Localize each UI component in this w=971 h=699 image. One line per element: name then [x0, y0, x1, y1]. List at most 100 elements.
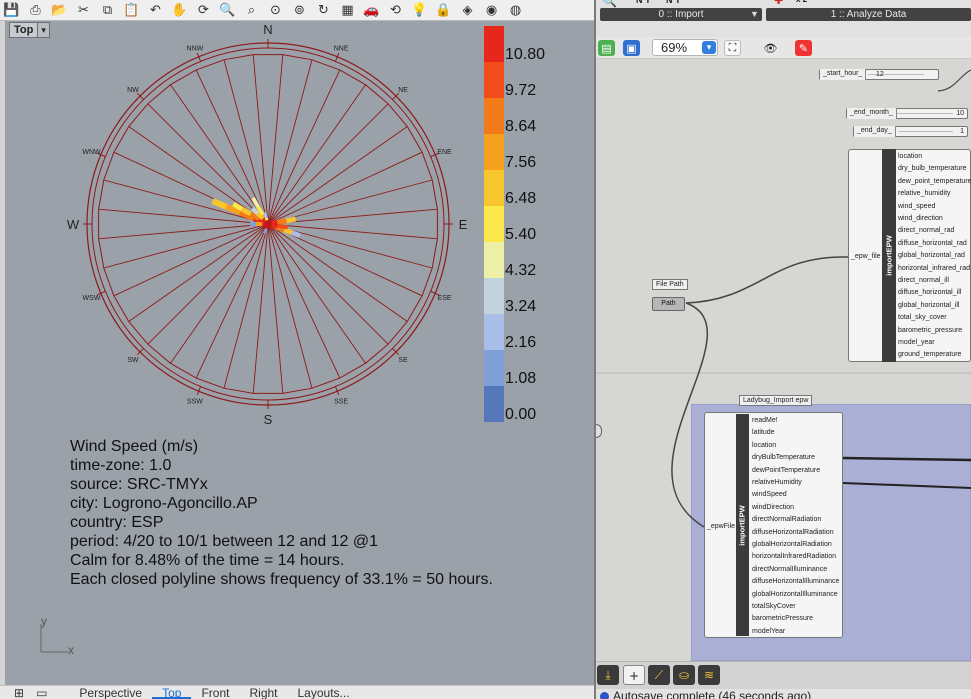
output-param[interactable]: location — [752, 442, 776, 449]
output-param[interactable]: horizontalInfraredRadiation — [752, 553, 836, 560]
output-param[interactable]: dry_bulb_temperature — [898, 165, 967, 172]
output-param[interactable]: readMe! — [752, 417, 778, 424]
chevron-down-icon[interactable]: ▾ — [702, 41, 716, 54]
save-icon[interactable]: 💾 — [2, 2, 21, 19]
output-param[interactable]: model_year — [898, 339, 935, 346]
layers-icon[interactable]: ◈ — [458, 2, 477, 19]
gh-header-icon-5[interactable]: x 2 — [796, 0, 807, 4]
gh-header-icon-3[interactable]: N Y — [666, 0, 681, 5]
slider-endmonth[interactable]: _end_month_ 10 — [846, 108, 968, 119]
output-param[interactable]: dewPointTemperature — [752, 467, 820, 474]
grid-icon[interactable]: ⊞ — [0, 686, 30, 699]
slider-label: _start_hour_ — [820, 69, 867, 80]
rotate-icon[interactable]: ⟳ — [194, 2, 213, 19]
output-param[interactable]: directNormalIlluminance — [752, 566, 827, 573]
slider-starthour[interactable]: _start_hour_ 12 — [819, 69, 939, 80]
gh-header-icon-1[interactable]: 🔍 — [602, 0, 617, 8]
tab-right[interactable]: Right — [239, 686, 287, 699]
viewport-label[interactable]: Top ▾ — [9, 22, 50, 38]
output-param[interactable]: windSpeed — [752, 491, 787, 498]
output-param[interactable]: relativeHumidity — [752, 479, 802, 486]
zoom-extents-icon[interactable]: ⛶ — [724, 40, 741, 56]
output-param[interactable]: diffuse_horizontal_ill — [898, 289, 961, 296]
chevron-down-icon[interactable]: ▼ — [750, 8, 759, 21]
print-icon[interactable]: ⎙ — [26, 2, 45, 19]
output-param[interactable]: diffuse_horizontal_rad — [898, 240, 967, 247]
preview-icon[interactable]: ⛀ — [673, 665, 695, 685]
import-epw-input[interactable]: _epw_file — [851, 253, 881, 260]
cut-icon[interactable]: ✂ — [74, 2, 93, 19]
sketch-icon[interactable]: ✎ — [795, 40, 812, 56]
color-wheel-icon[interactable]: ◉ — [482, 2, 501, 19]
output-param[interactable]: total_sky_cover — [898, 314, 947, 321]
undo-icon[interactable]: ↶ — [146, 2, 165, 19]
output-param[interactable]: horizontal_infrared_rad — [898, 265, 970, 272]
gh-header-icon-2[interactable]: N Y — [636, 0, 651, 5]
heat-icon[interactable]: ≋ — [698, 665, 720, 685]
output-param[interactable]: latitude — [752, 429, 775, 436]
lightbulb-icon[interactable]: 💡 — [410, 2, 429, 19]
output-param[interactable]: barometric_pressure — [898, 327, 962, 334]
slider-track[interactable] — [898, 131, 953, 132]
output-param[interactable]: direct_normal_rad — [898, 227, 954, 234]
output-param[interactable]: windDirection — [752, 504, 794, 511]
output-param[interactable]: diffuseHorizontalRadiation — [752, 529, 834, 536]
output-param[interactable]: wind_direction — [898, 215, 943, 222]
output-param[interactable]: globalHorizontalIlluminance — [752, 591, 838, 598]
bake-icon[interactable]: ⤓ — [597, 665, 619, 685]
rotate-view-icon[interactable]: ↻ — [314, 2, 333, 19]
wire-icon[interactable]: ⟋ — [648, 665, 670, 685]
rose-radial-line — [267, 223, 341, 379]
info-line: Calm for 8.48% of the time = 14 hours. — [70, 552, 345, 569]
rose-radial-line — [267, 103, 389, 225]
zoom-icon[interactable]: 🔍 — [218, 2, 237, 19]
car-icon[interactable]: 🚗 — [362, 2, 381, 19]
chevron-down-icon[interactable]: ▾ — [37, 23, 49, 37]
lock-icon[interactable]: 🔒 — [434, 2, 453, 19]
material-icon[interactable]: ◍ — [506, 2, 525, 19]
zoom-extents-icon[interactable]: ⊙ — [266, 2, 285, 19]
window-icon[interactable]: ▭ — [30, 686, 69, 699]
output-param[interactable]: diffuseHorizontalIlluminance — [752, 578, 839, 585]
output-param[interactable]: location — [898, 153, 922, 160]
output-param[interactable]: wind_speed — [898, 203, 935, 210]
grid-icon[interactable]: ▦ — [338, 2, 357, 19]
circle-arrow-icon[interactable]: ⟲ — [386, 2, 405, 19]
slider-track[interactable] — [897, 113, 953, 114]
output-param[interactable]: totalSkyCover — [752, 603, 796, 610]
zoom-selector[interactable]: 69% ▾ — [652, 39, 718, 56]
zoom-window-icon[interactable]: ⌕ — [242, 2, 261, 19]
output-param[interactable]: dew_point_temperature — [898, 178, 971, 185]
path-component[interactable]: Path — [652, 297, 685, 311]
ladybug-import-epw-input[interactable]: _epwFile — [707, 523, 735, 530]
zoom-selected-icon[interactable]: ⊚ — [290, 2, 309, 19]
output-param[interactable]: global_horizontal_ill — [898, 302, 960, 309]
pan-icon[interactable]: ✋ — [170, 2, 189, 19]
add-icon[interactable]: + — [623, 665, 645, 685]
open-icon[interactable]: 📂 — [50, 2, 69, 19]
viewport-left-edge — [0, 21, 5, 685]
tab-import[interactable]: 0 :: Import — [600, 8, 762, 21]
open-file-icon[interactable]: ▤ — [598, 40, 615, 56]
output-param[interactable]: modelYear — [752, 628, 785, 635]
tab-perspective[interactable]: Perspective — [69, 686, 152, 699]
gh-header-icon-4[interactable]: ✚ — [774, 0, 783, 7]
output-param[interactable]: directNormalRadiation — [752, 516, 821, 523]
output-param[interactable]: barometricPressure — [752, 615, 813, 622]
paste-icon[interactable]: 📋 — [122, 2, 141, 19]
output-param[interactable]: global_horizontal_rad — [898, 252, 965, 259]
tab-top[interactable]: Top — [152, 686, 192, 699]
save-icon[interactable]: ▣ — [623, 40, 640, 56]
output-param[interactable]: ground_temperature — [898, 351, 961, 358]
tab-layouts[interactable]: Layouts... — [288, 686, 360, 699]
rhino-viewport-top[interactable]: N NNE NE ENE E ESE SE SSE S SSW SW WSW W WNW NW NNW 10.… — [0, 21, 594, 685]
output-param[interactable]: globalHorizontalRadiation — [752, 541, 832, 548]
output-param[interactable]: direct_normal_ill — [898, 277, 949, 284]
slider-endday[interactable]: _end_day_ 1 — [853, 126, 968, 137]
tab-analyze-data[interactable]: 1 :: Analyze Data — [766, 8, 971, 21]
tab-front[interactable]: Front — [191, 686, 239, 699]
output-param[interactable]: relative_humidity — [898, 190, 951, 197]
copy-icon[interactable]: ⧉ — [98, 2, 117, 19]
preview-eye-icon[interactable]: 👁 — [762, 40, 779, 56]
output-param[interactable]: dryBulbTemperature — [752, 454, 815, 461]
